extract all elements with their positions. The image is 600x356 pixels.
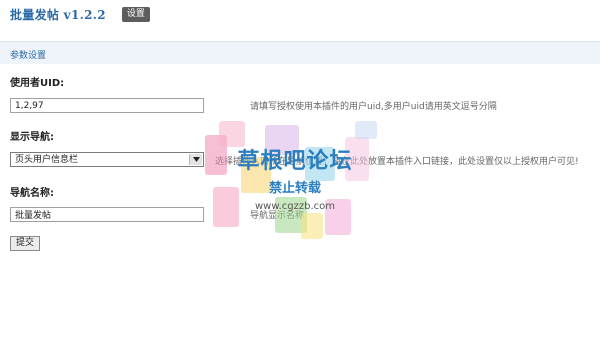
nav-name-input[interactable] — [10, 207, 204, 222]
watermark-url: www.cgzzb.com — [254, 201, 336, 212]
chevron-down-icon[interactable] — [189, 154, 202, 165]
nav-display-select[interactable]: 页头用户信息栏 — [10, 152, 204, 167]
uid-label: 使用者UID: — [10, 78, 65, 89]
section-header: 参数设置 — [0, 41, 600, 64]
watermark: 草根吧论坛 禁止转载 www.cgzzb.com — [205, 117, 385, 242]
settings-button[interactable]: 设置 — [121, 6, 150, 22]
nav-display-label: 显示导航: — [10, 132, 54, 143]
section-title: 参数设置 — [10, 51, 47, 61]
top-bar: 批量发帖 v1.2.2 设置 — [10, 5, 150, 23]
nav-display-selected: 页头用户信息栏 — [15, 155, 79, 165]
watermark-tile — [355, 121, 377, 139]
watermark-tile — [301, 213, 323, 239]
uid-input[interactable] — [10, 98, 204, 113]
uid-hint: 请填写授权使用本插件的用户uid,多用户uid请用英文逗号分隔 — [250, 102, 497, 112]
nav-name-label: 导航名称: — [10, 188, 54, 199]
submit-button[interactable]: 提交 — [10, 236, 41, 251]
watermark-title: 草根吧论坛 — [237, 149, 353, 174]
watermark-subtitle: 禁止转载 — [268, 181, 321, 196]
app-title: 批量发帖 v1.2.2 — [10, 7, 106, 22]
